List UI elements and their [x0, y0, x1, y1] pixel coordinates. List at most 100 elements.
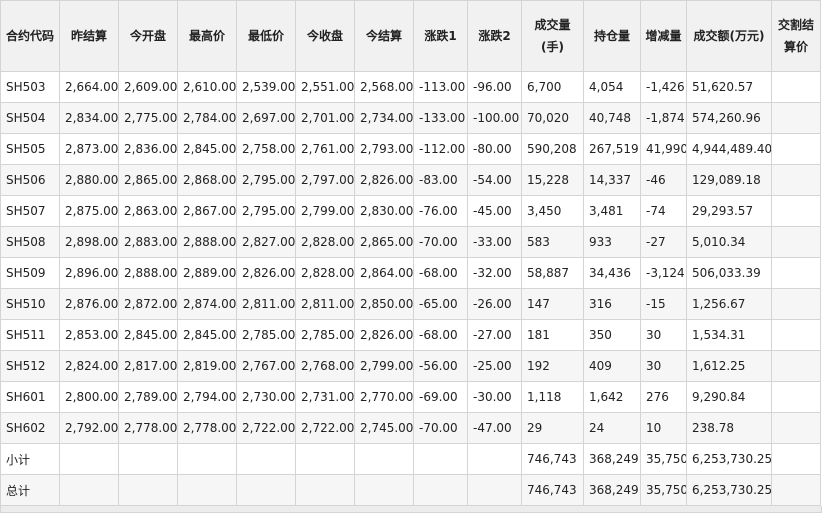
table-cell: 6,253,730.25 [686, 474, 772, 506]
table-cell: 2,830.00 [354, 195, 414, 227]
table-cell: -133.00 [413, 102, 468, 134]
table-cell: 2,819.00 [177, 350, 237, 382]
table-cell: 276 [640, 381, 687, 413]
table-cell: 746,743 [521, 474, 584, 506]
table-cell: 590,208 [521, 133, 584, 165]
table-cell: SH601 [0, 381, 60, 413]
table-cell: 70,020 [521, 102, 584, 134]
header-turnover: 成交额(万元) [686, 0, 772, 72]
table-cell: 2,794.00 [177, 381, 237, 413]
table-cell: 40,748 [583, 102, 641, 134]
table-cell: -113.00 [413, 71, 468, 103]
table-cell: 2,730.00 [236, 381, 296, 413]
table-cell: 2,795.00 [236, 195, 296, 227]
table-row: SH508 2,898.00 2,883.00 2,888.00 2,827.00 2,8… [0, 226, 821, 258]
table-cell: 35,750 [640, 443, 687, 475]
table-cell: 2,734.00 [354, 102, 414, 134]
header-contract-code: 合约代码 [0, 0, 60, 72]
table-cell: 2,826.00 [354, 164, 414, 196]
table-cell: SH506 [0, 164, 60, 196]
table-cell: 2,799.00 [354, 350, 414, 382]
table-cell: 368,249 [583, 474, 641, 506]
table-cell [177, 474, 237, 506]
table-cell: 2,888.00 [118, 257, 178, 289]
table-cell: SH508 [0, 226, 60, 258]
header-prev-settle: 昨结算 [59, 0, 119, 72]
table-cell: 2,758.00 [236, 133, 296, 165]
table-cell: -65.00 [413, 288, 468, 320]
table-cell: 总计 [0, 474, 60, 506]
table-cell [467, 443, 522, 475]
table-cell: 2,795.00 [236, 164, 296, 196]
table-cell: 10 [640, 412, 687, 444]
table-cell: 129,089.18 [686, 164, 772, 196]
table-row: SH504 2,834.00 2,775.00 2,784.00 2,697.00 2,7… [0, 102, 821, 134]
table-cell: 2,697.00 [236, 102, 296, 134]
table-cell: 2,874.00 [177, 288, 237, 320]
table-cell: 2,701.00 [295, 102, 355, 134]
table-cell: 506,033.39 [686, 257, 772, 289]
table-footer-strip [0, 506, 822, 513]
table-cell [771, 412, 821, 444]
table-cell: 1,612.25 [686, 350, 772, 382]
table-cell: SH512 [0, 350, 60, 382]
table-cell [771, 257, 821, 289]
table-cell: -74 [640, 195, 687, 227]
table-cell [236, 474, 296, 506]
table-cell: 2,789.00 [118, 381, 178, 413]
table-cell: 2,770.00 [354, 381, 414, 413]
table-cell: 2,828.00 [295, 257, 355, 289]
table-cell: 2,722.00 [295, 412, 355, 444]
table-cell: 2,731.00 [295, 381, 355, 413]
table-row: SH507 2,875.00 2,863.00 2,867.00 2,795.00 2,7… [0, 195, 821, 227]
table-cell: 2,898.00 [59, 226, 119, 258]
table-cell [413, 443, 468, 475]
table-cell: 2,875.00 [59, 195, 119, 227]
table-row: SH503 2,664.00 2,609.00 2,610.00 2,539.00 2,5… [0, 71, 821, 103]
table-cell: 30 [640, 319, 687, 351]
table-cell: 58,887 [521, 257, 584, 289]
table-cell: 2,824.00 [59, 350, 119, 382]
table-cell: 4,944,489.40 [686, 133, 772, 165]
header-row: 合约代码 昨结算 今开盘 最高价 最低价 今收盘 今结算 涨跌1 涨跌2 成交量… [0, 0, 821, 72]
table-cell [771, 226, 821, 258]
table-cell: 2,799.00 [295, 195, 355, 227]
table-cell: -83.00 [413, 164, 468, 196]
table-cell: 2,834.00 [59, 102, 119, 134]
header-high: 最高价 [177, 0, 237, 72]
table-cell: -54.00 [467, 164, 522, 196]
table-cell: 2,785.00 [295, 319, 355, 351]
table-cell [771, 381, 821, 413]
table-row: SH509 2,896.00 2,888.00 2,889.00 2,826.00 2,8… [0, 257, 821, 289]
table-cell: 6,253,730.25 [686, 443, 772, 475]
table-cell: 2,784.00 [177, 102, 237, 134]
table-cell: SH509 [0, 257, 60, 289]
header-change-1: 涨跌1 [413, 0, 468, 72]
table-cell: SH503 [0, 71, 60, 103]
table-cell: 2,845.00 [177, 319, 237, 351]
table-cell: 14,337 [583, 164, 641, 196]
table-cell: 2,828.00 [295, 226, 355, 258]
table-cell: 2,850.00 [354, 288, 414, 320]
table-row: SH506 2,880.00 2,865.00 2,868.00 2,795.00 2,7… [0, 164, 821, 196]
table-cell: 2,883.00 [118, 226, 178, 258]
header-settle: 今结算 [354, 0, 414, 72]
table-row: SH601 2,800.00 2,789.00 2,794.00 2,730.00 2,7… [0, 381, 821, 413]
table-cell: -30.00 [467, 381, 522, 413]
table-cell [771, 71, 821, 103]
table-cell: 2,785.00 [236, 319, 296, 351]
table-cell [771, 102, 821, 134]
table-cell: -96.00 [467, 71, 522, 103]
header-open: 今开盘 [118, 0, 178, 72]
table-cell: -1,426 [640, 71, 687, 103]
table-cell: 2,745.00 [354, 412, 414, 444]
table-cell: 574,260.96 [686, 102, 772, 134]
table-cell: -100.00 [467, 102, 522, 134]
table-cell [467, 474, 522, 506]
table-cell: 34,436 [583, 257, 641, 289]
table-row: 小计 746,743 368,249 35,750 6,253,730.25 [0, 443, 821, 475]
table-cell: 2,539.00 [236, 71, 296, 103]
table-cell: 9,290.84 [686, 381, 772, 413]
table-cell [59, 474, 119, 506]
table-cell: SH507 [0, 195, 60, 227]
